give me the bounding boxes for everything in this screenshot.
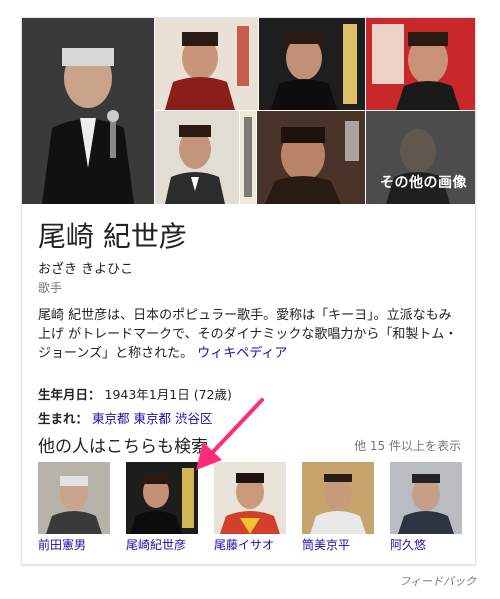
image-gallery: その他の画像 <box>22 18 475 204</box>
person-name[interactable]: 阿久悠 <box>390 536 462 553</box>
album-cover-photo[interactable] <box>259 18 365 110</box>
related-person[interactable]: 前田憲男 <box>38 462 110 553</box>
album-cover-photo[interactable] <box>155 111 239 204</box>
person-photo[interactable] <box>302 462 374 534</box>
person-photo[interactable] <box>390 462 462 534</box>
birthplace-link[interactable]: 東京都 <box>134 411 172 426</box>
fact-birthplace: 生まれ： 東京都 東京都 渋谷区 <box>38 408 213 427</box>
person-photo[interactable] <box>38 462 110 534</box>
album-spine-photo[interactable] <box>240 111 256 204</box>
person-name[interactable]: 筒美京平 <box>302 536 374 553</box>
person-name[interactable]: 尾藤イサオ <box>214 536 286 553</box>
related-people-title: 他の人はこちらも検索 <box>38 437 208 457</box>
person-photo[interactable] <box>126 462 198 534</box>
entity-reading: おざき きよひこ <box>38 262 134 277</box>
fact-key: 生年月日： <box>38 387 101 402</box>
more-images-label[interactable]: その他の画像 <box>380 172 467 192</box>
entity-title: 尾崎 紀世彦 <box>38 220 187 253</box>
more-images-tile[interactable]: その他の画像 <box>366 111 475 204</box>
person-photo[interactable] <box>214 462 286 534</box>
fact-birthdate: 生年月日： 1943年1月1日 (72歳) <box>38 384 232 403</box>
person-name[interactable]: 前田憲男 <box>38 536 110 553</box>
album-cover-photo[interactable] <box>257 111 365 204</box>
related-person[interactable]: 筒美京平 <box>302 462 374 553</box>
birthplace-link[interactable]: 東京都 <box>92 411 130 426</box>
wikipedia-link[interactable]: ウィキペディア <box>197 346 287 361</box>
album-cover-photo[interactable] <box>155 18 258 110</box>
main-photo[interactable] <box>22 18 154 204</box>
related-person[interactable]: 尾崎紀世彦 <box>126 462 198 553</box>
knowledge-panel: その他の画像 尾崎 紀世彦 おざき きよひこ 歌手 尾崎 紀世彦は、日本のポピュ… <box>21 17 476 565</box>
entity-category: 歌手 <box>38 281 63 295</box>
see-more-link[interactable]: 他 15 件以上を表示 <box>354 437 461 454</box>
person-name[interactable]: 尾崎紀世彦 <box>126 536 198 553</box>
fact-value: 1943年1月1日 (72歳) <box>104 387 232 402</box>
birthplace-link[interactable]: 渋谷区 <box>175 411 213 426</box>
fact-key: 生まれ： <box>38 411 89 426</box>
related-person[interactable]: 阿久悠 <box>390 462 462 553</box>
album-cover-photo[interactable] <box>366 18 475 110</box>
entity-description: 尾崎 紀世彦は、日本のポピュラー歌手。愛称は「キーヨ」。立派なもみ上げ がトレー… <box>38 306 463 363</box>
related-person[interactable]: 尾藤イサオ <box>214 462 286 553</box>
feedback-link[interactable]: フィードバック <box>399 573 476 589</box>
